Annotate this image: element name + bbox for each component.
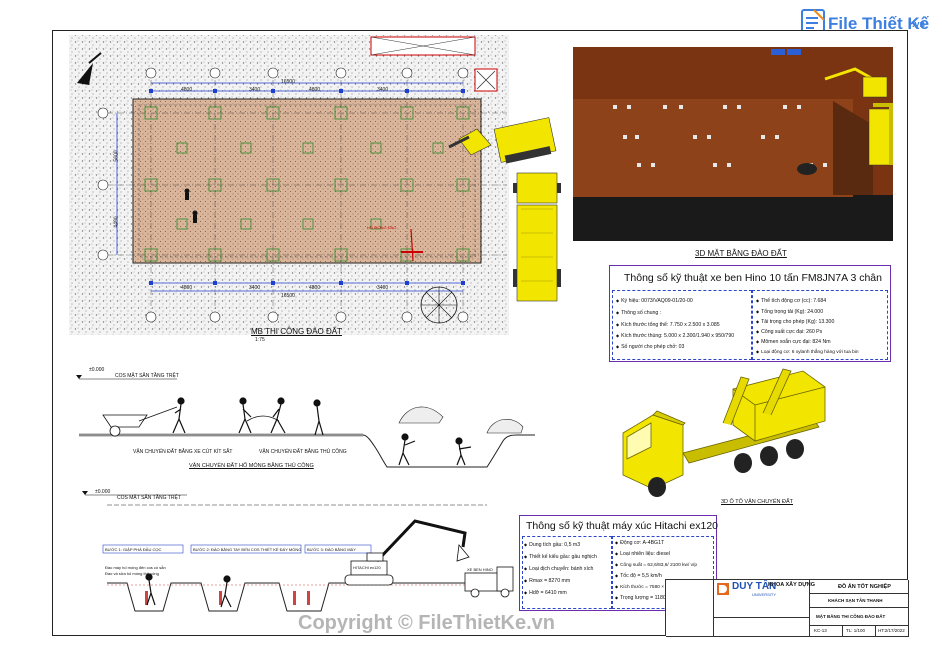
section1-caption-manual: VẬN CHUYỂN ĐẤT BẰNG THỦ CÔNG — [259, 449, 347, 455]
tb-drawing: MẶT BẰNG THI CÔNG ĐÀO ĐẤT — [816, 614, 886, 619]
plan-dim-bottom-4: 3400 — [377, 285, 389, 291]
hitachi-spec-left-item: Dung tích gầu: 0,5 m3 — [524, 542, 580, 548]
tb-sign-cell — [714, 618, 810, 637]
hino-spec-right-item: Thể tích động cơ (cc): 7.684 — [756, 298, 826, 304]
section2-note1: Đào máy hố móng đến cos có sẵn — [105, 565, 166, 570]
hitachi-spec-right-item: Loại nhiên liệu: diesel — [615, 551, 670, 557]
hino-spec-right-item: Công suất cực đại: 260 Ps — [756, 329, 822, 335]
plan-dim-bottom-2: 3400 — [249, 285, 261, 291]
plan-dim-top-1: 4800 — [181, 87, 193, 93]
plan-dim-top-4: 3400 — [377, 87, 389, 93]
watermark-copyright: Copyright © FileThietKe.vn — [298, 612, 555, 634]
hino-spec-right-item: Loại động cơ: 6 xylanh thẳng hàng với tu… — [756, 349, 859, 355]
tb-student: KHÁCH SẠN TÂN THANH — [828, 598, 883, 603]
hino-spec-right-item: Tổng trọng tải (Kg): 24.000 — [756, 309, 823, 315]
hitachi-spec-title: Thông số kỹ thuật máy xúc Hitachi ex120 — [526, 520, 719, 532]
title-block: DUY TÂN UNIVERSITY KHOA XÂY DỰNG ĐỒ ÁN T… — [665, 579, 909, 637]
section2-machine-label: HITACHI ex120 — [353, 565, 381, 570]
view3d-title: 3D MẶT BẰNG ĐÀO ĐẤT — [695, 249, 787, 258]
plan-title: MB THI CÔNG ĐÀO ĐẤT — [251, 327, 342, 336]
plan-dim-bottom-3: 4800 — [309, 285, 321, 291]
tb-scale: TL: 1/100 — [846, 628, 866, 633]
plan-callout: HỐ MÓNG ĐÀO — [367, 225, 397, 230]
tb-logo-sub: UNIVERSITY — [752, 592, 777, 597]
section2-step3: BƯỚC 3: ĐÀO BẰNG MÁY — [307, 547, 356, 552]
view-3d-excavation — [573, 45, 893, 241]
tree-icon — [420, 286, 458, 324]
hitachi-spec-right-item: Công suất = 62,6/83,6/ 2100 kw/ v/p — [615, 562, 697, 568]
section2-ground-value: ±0.000 — [95, 489, 111, 495]
drawing-sheet: 4800 3400 4800 3400 16500 4800 3400 4800… — [52, 30, 909, 637]
manual-transport-section — [76, 375, 535, 468]
dump-truck-top-icon — [513, 172, 561, 302]
hitachi-spec-left-item: Rmax = 8270 mm — [524, 578, 570, 584]
plan-dim-left-2: 4490 — [113, 216, 120, 228]
section2-note2: Đào và sửa hố móng thủ công — [105, 571, 159, 576]
hino-spec-left-item: Ký hiệu: 0073/VAQ09-01/20-00 — [616, 298, 693, 304]
section2-ground-label: COS MẶT SÂN TẦNG TRỆT — [117, 495, 181, 501]
truck3d-title: 3D Ô TÔ VẬN CHUYỂN ĐẤT — [721, 499, 794, 505]
hitachi-spec-right-item: Tốc độ = 5,5 km/h — [615, 573, 662, 579]
hino-spec-title: Thông số kỹ thuật xe ben Hino 10 tấn FM8… — [624, 272, 882, 284]
wheelbarrow-icon — [102, 406, 178, 437]
plan-dim-left-1: 5600 — [113, 150, 120, 162]
plan-dim-bottom-1: 4800 — [181, 285, 193, 291]
hitachi-spec-left-item: Hdỡ = 6410 mm — [524, 590, 567, 596]
hitachi-spec-right-item: Động cơ: A-4BG1T — [615, 540, 664, 546]
tb-project: ĐỒ ÁN TỐT NGHIỆP — [838, 584, 891, 590]
section1-ground-label: COS MẶT SÂN TẦNG TRỆT — [115, 373, 179, 379]
hino-spec-left-item: Thông số chung : — [616, 310, 661, 316]
plan-dim-bottom-total: 16500 — [281, 293, 295, 299]
section1-title: VẬN CHUYỂN ĐẤT HỐ MÓNG BẰNG THỦ CÔNG — [189, 463, 314, 469]
section1-caption-wheelbarrow: VẬN CHUYỂN ĐẤT BẰNG XE CÚT KÍT SẮT — [133, 449, 233, 455]
hitachi-spec-left-item: Loại dịch chuyển: bánh xích — [524, 566, 593, 572]
tb-sheet: KC-13 — [814, 628, 827, 633]
plan-dim-top-total: 16500 — [281, 79, 295, 85]
plan-scale: 1:75 — [255, 337, 265, 343]
excavation-steps-section — [82, 491, 514, 612]
hino-spec-left-item: Kích thước thùng: 5.000 x 2.300/1.940 x … — [616, 333, 734, 339]
truck-3d-illustration — [622, 368, 826, 497]
construction-plan — [69, 35, 561, 335]
hino-spec-box: Thông số kỹ thuật xe ben Hino 10 tấn FM8… — [609, 265, 891, 362]
tb-faculty: KHOA XÂY DỰNG — [768, 582, 816, 588]
tb-logo-cell — [666, 580, 714, 637]
section2-truck-label: XE BEN HINO — [467, 567, 493, 572]
plan-dim-top-2: 3400 — [249, 87, 261, 93]
section2-step1: BƯỚC 1: GIẬP PHÁ ĐẦU CỌC — [105, 547, 162, 552]
tb-date: HT:2/17/2022 — [878, 628, 905, 633]
university-logo-icon — [717, 583, 729, 595]
section2-step2: BƯỚC 2: ĐÀO BẰNG TAY ĐẾN COS THIẾT KẾ ĐÁ… — [193, 547, 302, 552]
hitachi-spec-left-item: Thiết kế kiểu gầu: gầu nghịch — [524, 554, 597, 560]
hino-spec-right-item: Tải trọng cho phép (Kg): 13.300 — [756, 319, 834, 325]
section1-ground-value: ±0.000 — [89, 367, 105, 373]
hino-spec-left-item: Kích thước tổng thể: 7.750 x 2.500 x 3.0… — [616, 322, 720, 328]
hino-spec-left-item: Số người cho phép chở: 03 — [616, 344, 684, 350]
hino-spec-right-item: Mômen xoắn cực đại: 824 Nm — [756, 339, 831, 345]
watermark-suffix: .vn — [912, 19, 926, 29]
plan-dim-top-3: 4800 — [309, 87, 321, 93]
